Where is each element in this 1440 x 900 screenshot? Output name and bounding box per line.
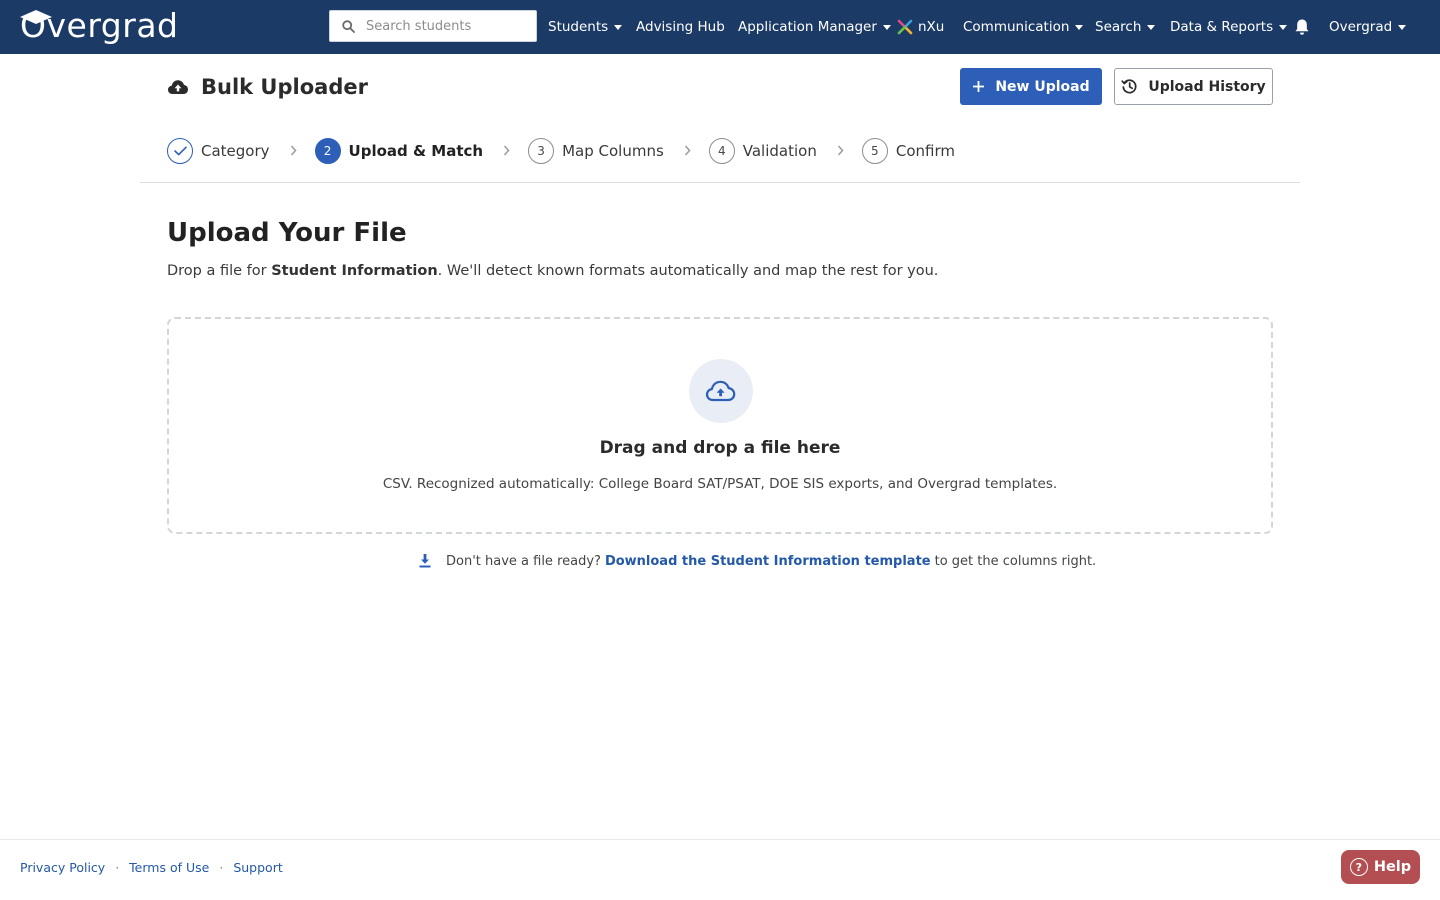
cloud-upload-icon <box>168 80 188 94</box>
bell-icon <box>1295 19 1309 35</box>
chevron-right-icon <box>684 145 691 156</box>
stepper-divider <box>140 182 1300 183</box>
question-icon: ? <box>1349 858 1368 876</box>
step-map-columns[interactable]: 3 Map Columns <box>528 137 664 164</box>
plus-icon <box>973 81 985 92</box>
template-suffix: to get the columns right. <box>934 553 1097 569</box>
nav-students[interactable]: Students <box>548 0 623 54</box>
template-prefix: Don't have a file ready? <box>446 553 601 569</box>
chevron-down-icon <box>1398 25 1407 30</box>
chevron-right-icon <box>290 145 297 156</box>
privacy-policy-link[interactable]: Privacy Policy <box>20 860 105 875</box>
page-title: Bulk Uploader <box>167 72 368 102</box>
help-button[interactable]: ? Help <box>1341 850 1420 884</box>
search-icon <box>330 19 366 33</box>
step-category[interactable]: Category <box>167 137 270 164</box>
footer-divider <box>0 839 1440 840</box>
upload-history-label: Upload History <box>1148 78 1266 95</box>
nav-search[interactable]: Search <box>1095 0 1156 54</box>
nav-account-menu[interactable]: Overgrad <box>1329 0 1407 54</box>
nav-nxu[interactable]: nXu <box>897 0 944 54</box>
category-name: Student Information <box>271 263 438 279</box>
chevron-down-icon <box>882 25 891 30</box>
nav-communication-label: Communication <box>963 19 1070 35</box>
cloud-upload-icon <box>689 359 753 423</box>
notifications-button[interactable] <box>1294 0 1310 54</box>
nav-data-reports[interactable]: Data & Reports <box>1170 0 1288 54</box>
step-category-label: Category <box>201 141 270 160</box>
help-label: Help <box>1373 859 1412 875</box>
section-heading: Upload Your File <box>167 218 407 248</box>
nav-application-manager[interactable]: Application Manager <box>738 0 891 54</box>
nxu-logo-icon <box>897 19 913 35</box>
chevron-down-icon <box>614 25 623 30</box>
file-dropzone[interactable]: Drag and drop a file here CSV. Recognize… <box>167 317 1273 534</box>
new-upload-button[interactable]: New Upload <box>960 68 1102 105</box>
intro-prefix: Drop a file for <box>167 263 272 279</box>
footer-separator: · <box>219 860 224 875</box>
upload-stepper: Category 2 Upload & Match 3 Map Columns … <box>167 136 955 165</box>
page-heading: Bulk Uploader <box>201 75 368 99</box>
nav-communication[interactable]: Communication <box>963 0 1084 54</box>
step-validation-label: Validation <box>742 141 817 160</box>
chevron-right-icon <box>503 145 510 156</box>
dropzone-subtitle: CSV. Recognized automatically: College B… <box>382 476 1058 492</box>
support-link[interactable]: Support <box>233 860 282 875</box>
search-input[interactable] <box>366 18 526 34</box>
step-upload-match-label: Upload & Match <box>348 141 484 160</box>
step-confirm-label: Confirm <box>895 141 955 160</box>
chevron-down-icon <box>1075 25 1084 30</box>
intro-suffix: . We'll detect known formats automatical… <box>437 263 939 279</box>
chevron-down-icon <box>1147 25 1156 30</box>
nav-advising-hub-label: Advising Hub <box>636 19 725 35</box>
footer-links: Privacy Policy · Terms of Use · Support <box>20 860 283 875</box>
step-upload-match[interactable]: 2 Upload & Match <box>314 137 484 164</box>
logo-wordmark: vergrad <box>46 6 179 45</box>
graduation-cap-icon <box>20 10 52 24</box>
nav-search-label: Search <box>1095 19 1142 35</box>
dropzone-title: Drag and drop a file here <box>599 438 841 458</box>
step-map-columns-label: Map Columns <box>562 141 664 160</box>
chevron-right-icon <box>837 145 844 156</box>
intro-text: Drop a file for Student Information. We'… <box>167 263 938 279</box>
download-icon <box>418 553 432 569</box>
chevron-down-icon <box>1279 25 1288 30</box>
upload-history-button[interactable]: Upload History <box>1114 68 1273 105</box>
new-upload-label: New Upload <box>995 78 1090 95</box>
step-number: 4 <box>708 137 735 164</box>
nav-application-manager-label: Application Manager <box>738 19 877 35</box>
step-number: 5 <box>861 137 888 164</box>
step-confirm[interactable]: 5 Confirm <box>861 137 955 164</box>
step-validation[interactable]: 4 Validation <box>708 137 817 164</box>
nav-nxu-label: nXu <box>918 19 945 35</box>
nav-advising-hub[interactable]: Advising Hub <box>636 0 725 54</box>
footer-separator: · <box>115 860 120 875</box>
nav-account-label: Overgrad <box>1329 19 1393 35</box>
nav-students-label: Students <box>548 19 609 35</box>
top-navbar: Overgrad Students Advising Hub Applicati… <box>0 0 1440 54</box>
nav-data-reports-label: Data & Reports <box>1170 19 1274 35</box>
step-number: 2 <box>314 137 341 164</box>
download-template-link[interactable]: Download the Student Information templat… <box>605 554 931 569</box>
step-number: 3 <box>528 137 555 164</box>
check-icon <box>167 137 193 164</box>
overgrad-logo[interactable]: Overgrad <box>20 6 179 46</box>
history-icon <box>1121 79 1137 94</box>
template-hint: Don't have a file ready? Download the St… <box>418 551 1096 571</box>
student-search[interactable] <box>329 10 537 42</box>
terms-of-use-link[interactable]: Terms of Use <box>129 860 209 875</box>
